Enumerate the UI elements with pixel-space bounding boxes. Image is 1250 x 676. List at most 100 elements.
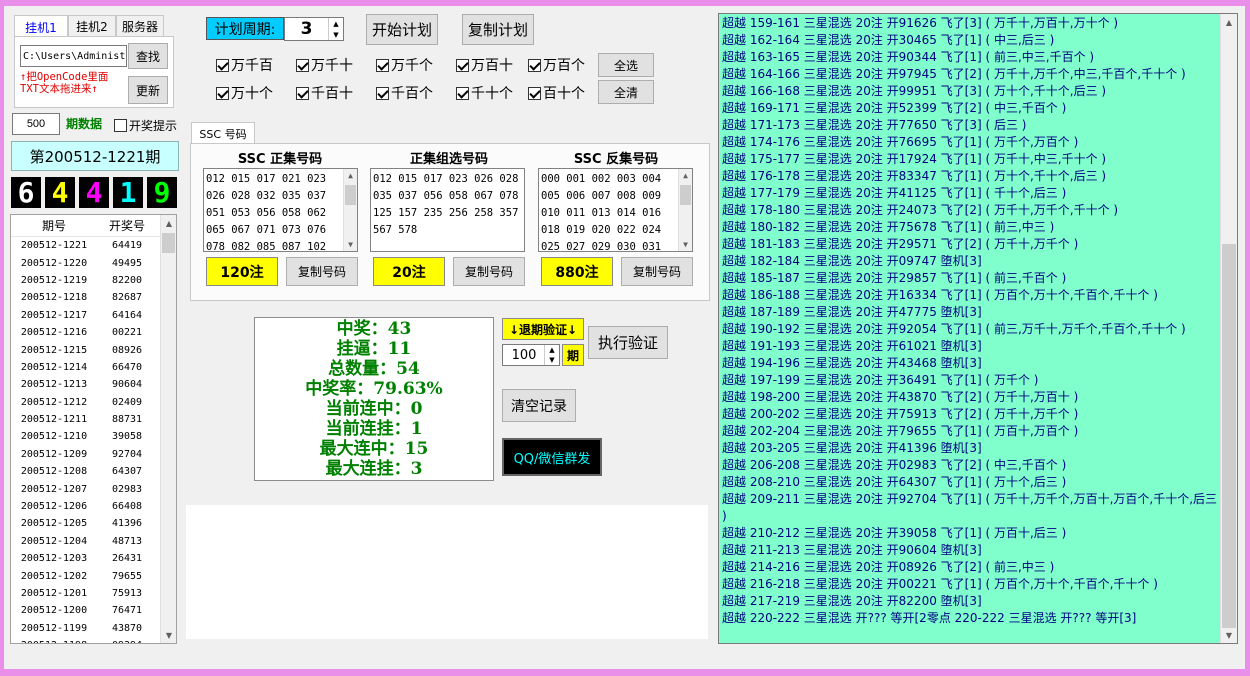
pos-checkbox-9[interactable]: 千十个 <box>456 84 513 102</box>
draw-notice-checkbox[interactable]: 开奖提示 <box>114 116 177 134</box>
table-row[interactable]: 200512-1200 76471 <box>11 602 176 619</box>
scroll-thumb[interactable] <box>680 185 691 205</box>
log-line: 超越 206-208 三星混选 20注 开02983 飞了[2] ( 中三,千百… <box>722 458 1067 472</box>
cell-number: 09394 <box>97 640 157 643</box>
pos-checkbox-1[interactable]: 万千百 <box>216 56 273 74</box>
table-row[interactable]: 200512-1208 64307 <box>11 463 176 480</box>
pos-checkbox-8[interactable]: 千百个 <box>376 84 433 102</box>
find-button[interactable]: 查找 <box>128 43 168 69</box>
table-row[interactable]: 200512-1210 39058 <box>11 428 176 445</box>
scroll-up-icon[interactable]: ▲ <box>344 169 357 182</box>
column-number[interactable]: 开奖号 <box>97 215 157 236</box>
tab-ssc-numbers[interactable]: SSC 号码 <box>191 122 255 144</box>
pos-label: 百十个 <box>543 86 585 102</box>
tab-server[interactable]: 服务器 <box>116 15 164 37</box>
table-row[interactable]: 200512-1217 64164 <box>11 307 176 324</box>
scroll-up-icon[interactable]: ▲ <box>1221 14 1237 30</box>
table-row[interactable]: 200512-1212 02409 <box>11 394 176 411</box>
table-row[interactable]: 200512-1209 92704 <box>11 446 176 463</box>
table-row[interactable]: 200512-1207 02983 <box>11 480 176 497</box>
codes-positive-combo[interactable]: 012 015 017 023 026 028 035 037 056 058 … <box>370 168 525 252</box>
table-row[interactable]: 200512-1218 82687 <box>11 289 176 306</box>
verify-periods-value[interactable]: 100 <box>503 345 545 365</box>
pos-checkbox-6[interactable]: 万十个 <box>216 84 273 102</box>
cell-period: 200512-1219 <box>20 274 88 286</box>
table-row[interactable]: 200512-1205 41396 <box>11 515 176 532</box>
copy-positive-combo-button[interactable]: 复制号码 <box>453 257 525 286</box>
start-plan-button[interactable]: 开始计划 <box>366 14 438 45</box>
table-row[interactable]: 200512-1213 90604 <box>11 376 176 393</box>
cell-period: 200512-1209 <box>20 448 88 460</box>
copy-plan-button[interactable]: 复制计划 <box>462 14 534 45</box>
history-scrollbar[interactable]: ▲ ▼ <box>160 215 176 643</box>
table-row[interactable]: 200512-1211 88731 <box>11 411 176 428</box>
plan-cycle-value[interactable]: 3 <box>285 18 328 40</box>
codes-scrollbar[interactable]: ▲ ▼ <box>678 169 692 251</box>
table-row[interactable]: 200512-1201 75913 <box>11 585 176 602</box>
stat-max-win-streak: 最大连中：15 <box>319 439 429 459</box>
pos-checkbox-10[interactable]: 百十个 <box>528 84 585 102</box>
scroll-down-icon[interactable]: ▼ <box>679 238 692 251</box>
path-input[interactable] <box>20 45 127 67</box>
table-row[interactable]: 200512-1216 00221 <box>11 324 176 341</box>
table-row[interactable]: 200512-1203 26431 <box>11 550 176 567</box>
pos-checkbox-7[interactable]: 千百十 <box>296 84 353 102</box>
clear-records-button[interactable]: 清空记录 <box>502 389 576 422</box>
scroll-down-icon[interactable]: ▼ <box>1221 627 1237 643</box>
log-line: 超越 217-219 三星混选 20注 开82200 堕机[3] <box>722 594 982 608</box>
clear-all-button[interactable]: 全清 <box>598 80 654 104</box>
table-row[interactable]: 200512-1206 66408 <box>11 498 176 515</box>
table-row[interactable]: 200512-1219 82200 <box>11 272 176 289</box>
scroll-down-icon[interactable]: ▼ <box>344 238 357 251</box>
update-button[interactable]: 更新 <box>128 76 168 104</box>
select-all-button[interactable]: 全选 <box>598 53 654 77</box>
spin-up-icon[interactable]: ▲ <box>328 18 343 29</box>
pos-checkbox-4[interactable]: 万百十 <box>456 56 513 74</box>
log-panel[interactable]: 超越 159-161 三星混选 20注 开91626 飞了[3] ( 万千十,万… <box>718 13 1238 644</box>
codes-negative[interactable]: 000 001 002 003 004 005 006 007 008 009 … <box>538 168 693 252</box>
spin-up-icon[interactable]: ▲ <box>544 345 559 355</box>
drag-hint: ↑把OpenCode里面 TXT文本拖进来↑ <box>20 71 108 95</box>
scroll-thumb[interactable] <box>162 233 175 253</box>
pos-label: 千百个 <box>391 86 433 102</box>
cell-period: 200512-1214 <box>20 361 88 373</box>
column-period[interactable]: 期号 <box>11 215 97 236</box>
table-row[interactable]: 200512-1199 43870 <box>11 620 176 637</box>
scroll-thumb[interactable] <box>345 185 356 205</box>
table-row[interactable]: 200512-1221 64419 <box>11 237 176 254</box>
table-row[interactable]: 200512-119809394 <box>11 637 176 643</box>
checkbox-box <box>528 58 541 72</box>
codes-scrollbar[interactable]: ▲ ▼ <box>343 169 357 251</box>
lottery-digit-5: 9 <box>147 176 177 209</box>
output-area[interactable] <box>186 505 708 639</box>
tab-hangup-2[interactable]: 挂机2 <box>68 15 116 37</box>
verify-periods-spinner[interactable]: 100 ▲ ▼ <box>502 344 560 366</box>
qq-group-send-button[interactable]: QQ/微信群发 <box>502 438 602 476</box>
periods-count-input[interactable] <box>12 113 60 135</box>
pos-checkbox-2[interactable]: 万千十 <box>296 56 353 74</box>
history-table[interactable]: 期号 开奖号 200512-1221 64419 200512-1220 49495 2… <box>10 214 177 644</box>
table-row[interactable]: 200512-1204 48713 <box>11 533 176 550</box>
log-scrollbar[interactable]: ▲ ▼ <box>1220 14 1237 643</box>
spin-down-icon[interactable]: ▼ <box>544 355 559 365</box>
pos-checkbox-3[interactable]: 万千个 <box>376 56 433 74</box>
scroll-up-icon[interactable]: ▲ <box>679 169 692 182</box>
table-row[interactable]: 200512-1215 08926 <box>11 341 176 358</box>
scroll-up-icon[interactable]: ▲ <box>161 215 176 231</box>
copy-negative-button[interactable]: 复制号码 <box>621 257 693 286</box>
pos-checkbox-5[interactable]: 万百个 <box>528 56 585 74</box>
scroll-thumb[interactable] <box>1222 244 1236 628</box>
table-row[interactable]: 200512-1214 66470 <box>11 359 176 376</box>
table-row[interactable]: 200512-1220 49495 <box>11 254 176 271</box>
group-title-positive: SSC 正集号码 <box>237 152 323 167</box>
execute-verify-button[interactable]: 执行验证 <box>588 326 668 359</box>
cell-number: 66470 <box>111 361 143 373</box>
scroll-down-icon[interactable]: ▼ <box>161 627 176 643</box>
checkbox-box <box>296 58 309 72</box>
copy-positive-button[interactable]: 复制号码 <box>286 257 358 286</box>
table-row[interactable]: 200512-1202 79655 <box>11 567 176 584</box>
codes-positive[interactable]: 012 015 017 021 023 026 028 032 035 037 … <box>203 168 358 252</box>
spin-down-icon[interactable]: ▼ <box>328 29 343 40</box>
plan-cycle-spinner[interactable]: 3 ▲ ▼ <box>284 17 344 41</box>
delay-verify-button[interactable]: ↓退期验证↓ <box>502 318 584 340</box>
